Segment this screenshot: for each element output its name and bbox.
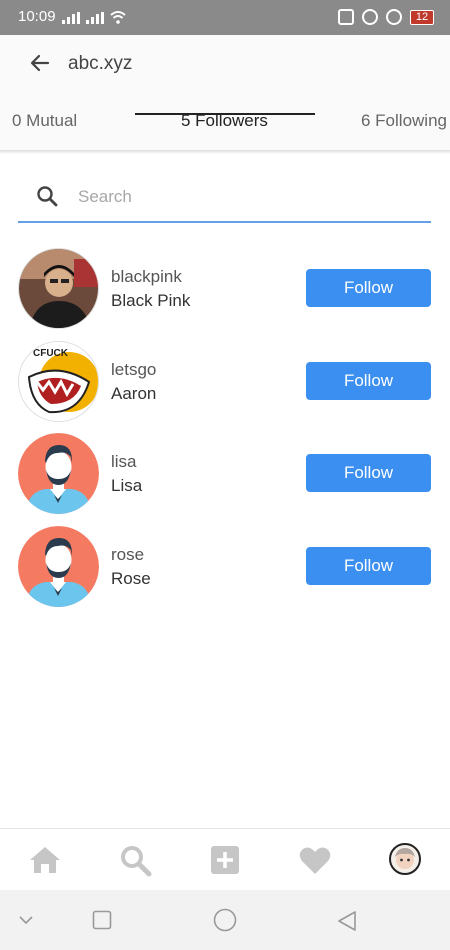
list-item: U CFUCK letsgo Aaron Follow [18, 341, 431, 423]
full-name: Rose [111, 569, 151, 588]
full-name: Aaron [111, 384, 157, 403]
status-time: 10:09 [18, 8, 56, 25]
search-icon [37, 186, 58, 207]
back-arrow-icon[interactable] [28, 51, 52, 75]
list-item: lisa Lisa Follow [18, 433, 431, 515]
profile-avatar[interactable] [389, 843, 421, 875]
username[interactable]: rose [111, 545, 144, 565]
active-tab-indicator [135, 113, 315, 115]
system-navigation-bar [0, 890, 450, 950]
follow-button[interactable]: Follow [306, 547, 431, 585]
list-item: rose Rose Follow [18, 526, 431, 608]
username[interactable]: blackpink [111, 267, 182, 287]
signal-icon [86, 12, 104, 24]
signal-icon [62, 12, 80, 24]
status-right-icons: 12 [338, 9, 434, 25]
full-name: Black Pink [111, 291, 191, 310]
avatar[interactable]: U CFUCK [18, 341, 99, 422]
lock-icon [362, 9, 378, 25]
follow-button[interactable]: Follow [306, 454, 431, 492]
avatar[interactable] [18, 248, 99, 329]
list-item: blackpink Black Pink Follow [18, 248, 431, 330]
follow-button[interactable]: Follow [306, 362, 431, 400]
avatar-placeholder[interactable] [18, 526, 99, 607]
recents-icon[interactable] [92, 910, 112, 930]
header: abc.xyz 0 Mutual 5 Followers 6 Following [0, 35, 450, 150]
bottom-navigation [0, 828, 450, 890]
status-bar: 10:09 12 [0, 0, 450, 35]
heart-icon[interactable] [298, 843, 332, 877]
search-input[interactable] [78, 184, 408, 210]
page-title: abc.xyz [68, 53, 133, 74]
home-icon[interactable] [28, 843, 62, 877]
wifi-icon [110, 11, 126, 24]
full-name: Lisa [111, 476, 143, 495]
back-triangle-icon[interactable] [336, 910, 358, 932]
follow-button[interactable]: Follow [306, 269, 431, 307]
add-post-icon[interactable] [208, 843, 242, 877]
chevron-down-icon[interactable] [18, 914, 34, 926]
home-circle-icon[interactable] [213, 908, 237, 932]
vibrate-icon [338, 9, 354, 25]
tab-following[interactable]: 6 Following [361, 111, 447, 131]
username[interactable]: letsgo [111, 360, 156, 380]
tab-mutual[interactable]: 0 Mutual [12, 111, 77, 131]
search-bar [18, 176, 431, 223]
svg-text:U CFUCK: U CFUCK [23, 348, 69, 359]
signal-icons [62, 11, 126, 24]
avatar-placeholder[interactable] [18, 433, 99, 514]
username[interactable]: lisa [111, 452, 137, 472]
search-icon[interactable] [118, 843, 152, 877]
battery-icon: 12 [410, 9, 434, 25]
header-divider [0, 150, 450, 154]
alarm-icon [386, 9, 402, 25]
